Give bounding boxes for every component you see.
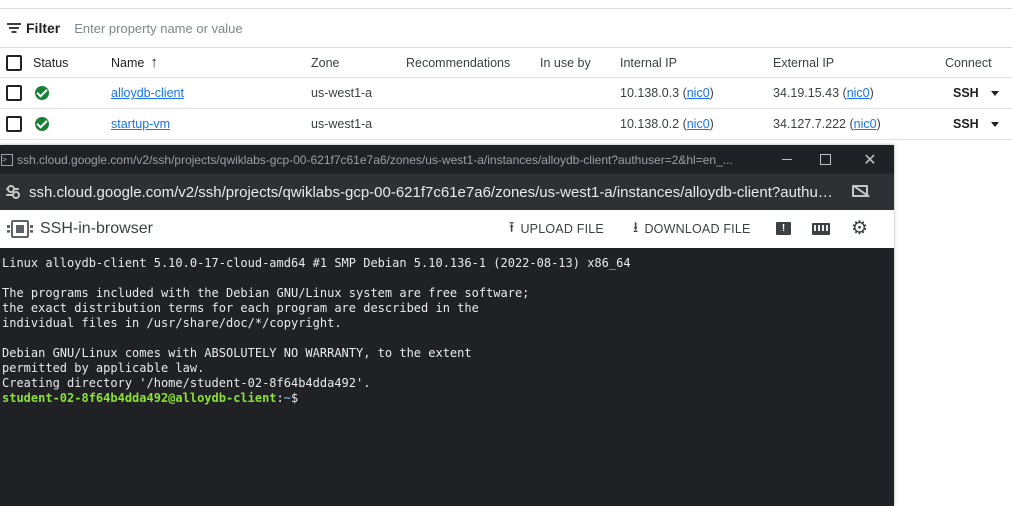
external-nic-link[interactable]: nic0 [854, 117, 877, 131]
col-connect: Connect [945, 55, 992, 70]
internal-nic-link[interactable]: nic0 [687, 117, 710, 131]
internal-ip-text: 10.138.0.3 [620, 86, 680, 100]
external-ip-text: 34.19.15.43 [773, 86, 840, 100]
ssh-title: SSH-in-browser [40, 220, 153, 237]
prompt-cwd: ~ [283, 391, 292, 405]
upload-file-button[interactable]: ⭱ UPLOAD FILE [509, 210, 604, 248]
download-file-button[interactable]: ⭳ DOWNLOAD FILE [633, 210, 751, 248]
maximize-button[interactable] [805, 145, 845, 174]
address-bar[interactable]: ssh.cloud.google.com/v2/ssh/projects/qwi… [0, 174, 894, 210]
col-external-ip[interactable]: External IP [773, 48, 834, 77]
col-status[interactable]: Status [33, 48, 68, 77]
col-name-label: Name [111, 55, 145, 70]
ssh-toolbar: SSH-in-browser ⭱ UPLOAD FILE ⭳ DOWNLOAD … [0, 210, 894, 248]
zone-value: us-west1-a [311, 86, 373, 100]
terminal-line: Debian GNU/Linux comes with ABSOLUTELY N… [2, 346, 472, 360]
terminal-line: individual files in /usr/share/doc/*/cop… [2, 316, 342, 330]
window-title: ssh.cloud.google.com/v2/ssh/projects/qwi… [17, 152, 733, 167]
col-in-use-by[interactable]: In use by [540, 48, 591, 77]
internal-nic-link[interactable]: nic0 [687, 86, 710, 100]
row-checkbox[interactable] [6, 116, 22, 132]
terminal-line: Linux alloydb-client 5.10.0-17-cloud-amd… [2, 256, 631, 270]
col-name[interactable]: Name ↑ [111, 48, 158, 77]
keyboard-icon[interactable] [812, 223, 830, 235]
external-ip-text: 34.127.7.222 [773, 117, 846, 131]
camera-off-icon[interactable] [852, 185, 868, 197]
ssh-dropdown-icon[interactable] [991, 90, 999, 96]
status-ok-icon [35, 117, 49, 131]
col-recommendations[interactable]: Recommendations [406, 48, 510, 77]
filter-icon[interactable] [7, 22, 21, 34]
table-row[interactable]: startup-vm us-west1-a 10.138.0.2 (nic0) … [0, 109, 1012, 140]
instance-name-link[interactable]: alloydb-client [111, 86, 184, 100]
upload-file-label: UPLOAD FILE [520, 222, 604, 236]
terminal-prompt[interactable]: student-02-8f64b4dda492@alloydb-client:~… [2, 391, 894, 406]
minimize-button[interactable] [767, 145, 807, 174]
prompt-symbol: $ [291, 391, 299, 405]
close-button[interactable]: ✕ [850, 145, 890, 174]
feedback-icon[interactable]: ! [776, 222, 791, 235]
external-ip-value: 34.127.7.222 (nic0) [773, 117, 881, 131]
external-ip-value: 34.19.15.43 (nic0) [773, 86, 874, 100]
prompt-separator: : [276, 391, 284, 405]
ssh-dropdown-icon[interactable] [991, 121, 999, 127]
internal-ip-text: 10.138.0.2 [620, 117, 680, 131]
maximize-icon [819, 154, 831, 165]
table-row[interactable]: alloydb-client us-west1-a 10.138.0.3 (ni… [0, 78, 1012, 109]
filter-bar[interactable]: Filter Enter property name or value [0, 8, 1012, 48]
row-checkbox[interactable] [6, 85, 22, 101]
status-ok-icon [35, 86, 49, 100]
terminal-line: The programs included with the Debian GN… [2, 286, 530, 300]
filter-label: Filter [26, 20, 61, 36]
terminal-app-icon: > [1, 153, 13, 166]
site-settings-icon[interactable] [6, 184, 20, 199]
zone-value: us-west1-a [311, 117, 373, 131]
download-icon: ⭳ [633, 218, 639, 236]
upload-icon: ⭱ [509, 218, 515, 236]
instance-name-link[interactable]: startup-vm [111, 117, 170, 131]
filter-input[interactable]: Enter property name or value [74, 21, 242, 36]
internal-ip-value: 10.138.0.2 (nic0) [620, 117, 714, 131]
internal-ip-value: 10.138.0.3 (nic0) [620, 86, 714, 100]
window-titlebar[interactable]: > ssh.cloud.google.com/v2/ssh/projects/q… [0, 145, 894, 174]
cpu-chip-icon [7, 220, 33, 238]
download-file-label: DOWNLOAD FILE [644, 222, 751, 236]
external-nic-link[interactable]: nic0 [847, 86, 870, 100]
gear-icon[interactable]: ⚙ [851, 219, 868, 239]
ssh-button[interactable]: SSH [953, 86, 979, 100]
minimize-icon [782, 159, 792, 160]
select-all-checkbox[interactable] [6, 54, 22, 71]
ssh-popup-window[interactable]: > ssh.cloud.google.com/v2/ssh/projects/q… [0, 145, 894, 506]
url-text[interactable]: ssh.cloud.google.com/v2/ssh/projects/qwi… [29, 184, 839, 201]
terminal-line: permitted by applicable law. [2, 361, 205, 375]
terminal-line: the exact distribution terms for each pr… [2, 301, 479, 315]
table-header: Status Name ↑ Zone Recommendations In us… [0, 48, 1012, 78]
col-zone[interactable]: Zone [311, 48, 340, 77]
ssh-button[interactable]: SSH [953, 117, 979, 131]
close-icon: ✕ [863, 150, 877, 169]
terminal-line: Creating directory '/home/student-02-8f6… [2, 376, 371, 390]
sort-ascending-icon[interactable]: ↑ [150, 54, 158, 71]
terminal-output[interactable]: Linux alloydb-client 5.10.0-17-cloud-amd… [0, 248, 894, 506]
col-internal-ip[interactable]: Internal IP [620, 48, 677, 77]
prompt-user: student-02-8f64b4dda492@alloydb-client [2, 391, 277, 405]
